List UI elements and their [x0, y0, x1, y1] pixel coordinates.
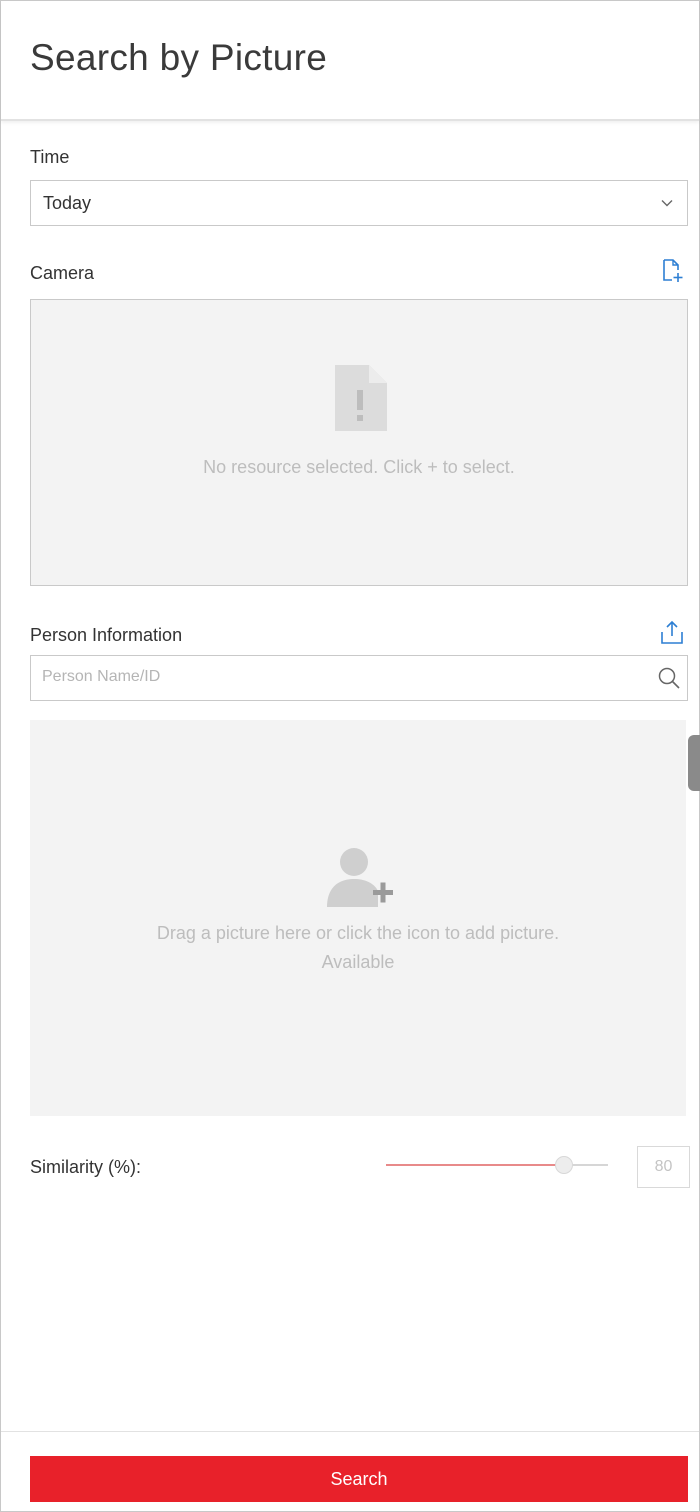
slider-fill: [386, 1164, 564, 1166]
time-label: Time: [30, 147, 70, 167]
time-select[interactable]: Today: [30, 180, 688, 226]
page-title: Search by Picture: [30, 37, 328, 78]
drop-zone-message: Drag a picture here or click the icon to…: [156, 923, 560, 943]
picture-drop-zone[interactable]: Drag a picture here or click the icon to…: [30, 720, 686, 1116]
add-file-icon[interactable]: [658, 257, 686, 285]
footer-divider: [1, 1431, 699, 1432]
similarity-value-input[interactable]: 80: [637, 1146, 690, 1188]
similarity-slider[interactable]: [386, 1151, 608, 1179]
upload-icon[interactable]: [658, 619, 686, 647]
collapse-handle[interactable]: [688, 735, 700, 791]
similarity-label: Similarity (%):: [30, 1157, 141, 1177]
camera-resource-area: No resource selected. Click + to select.: [30, 299, 688, 586]
panel-header: Search by Picture: [1, 1, 699, 121]
camera-label: Camera: [30, 263, 95, 283]
person-search-field: [30, 655, 688, 701]
search-by-picture-panel: Search by Picture Time Today Camera No r…: [0, 0, 700, 1512]
search-icon[interactable]: [657, 666, 681, 690]
document-warning-icon: [335, 365, 387, 431]
add-person-icon[interactable]: [325, 843, 397, 913]
chevron-down-icon: [661, 200, 673, 207]
drop-zone-sub-message: Available: [321, 952, 395, 972]
search-button[interactable]: Search: [30, 1456, 688, 1502]
camera-empty-message: No resource selected. Click + to select.: [203, 457, 515, 477]
person-search-input[interactable]: [31, 656, 642, 698]
time-select-value: Today: [43, 193, 92, 213]
person-information-label: Person Information: [30, 625, 183, 645]
slider-thumb[interactable]: [555, 1156, 573, 1174]
